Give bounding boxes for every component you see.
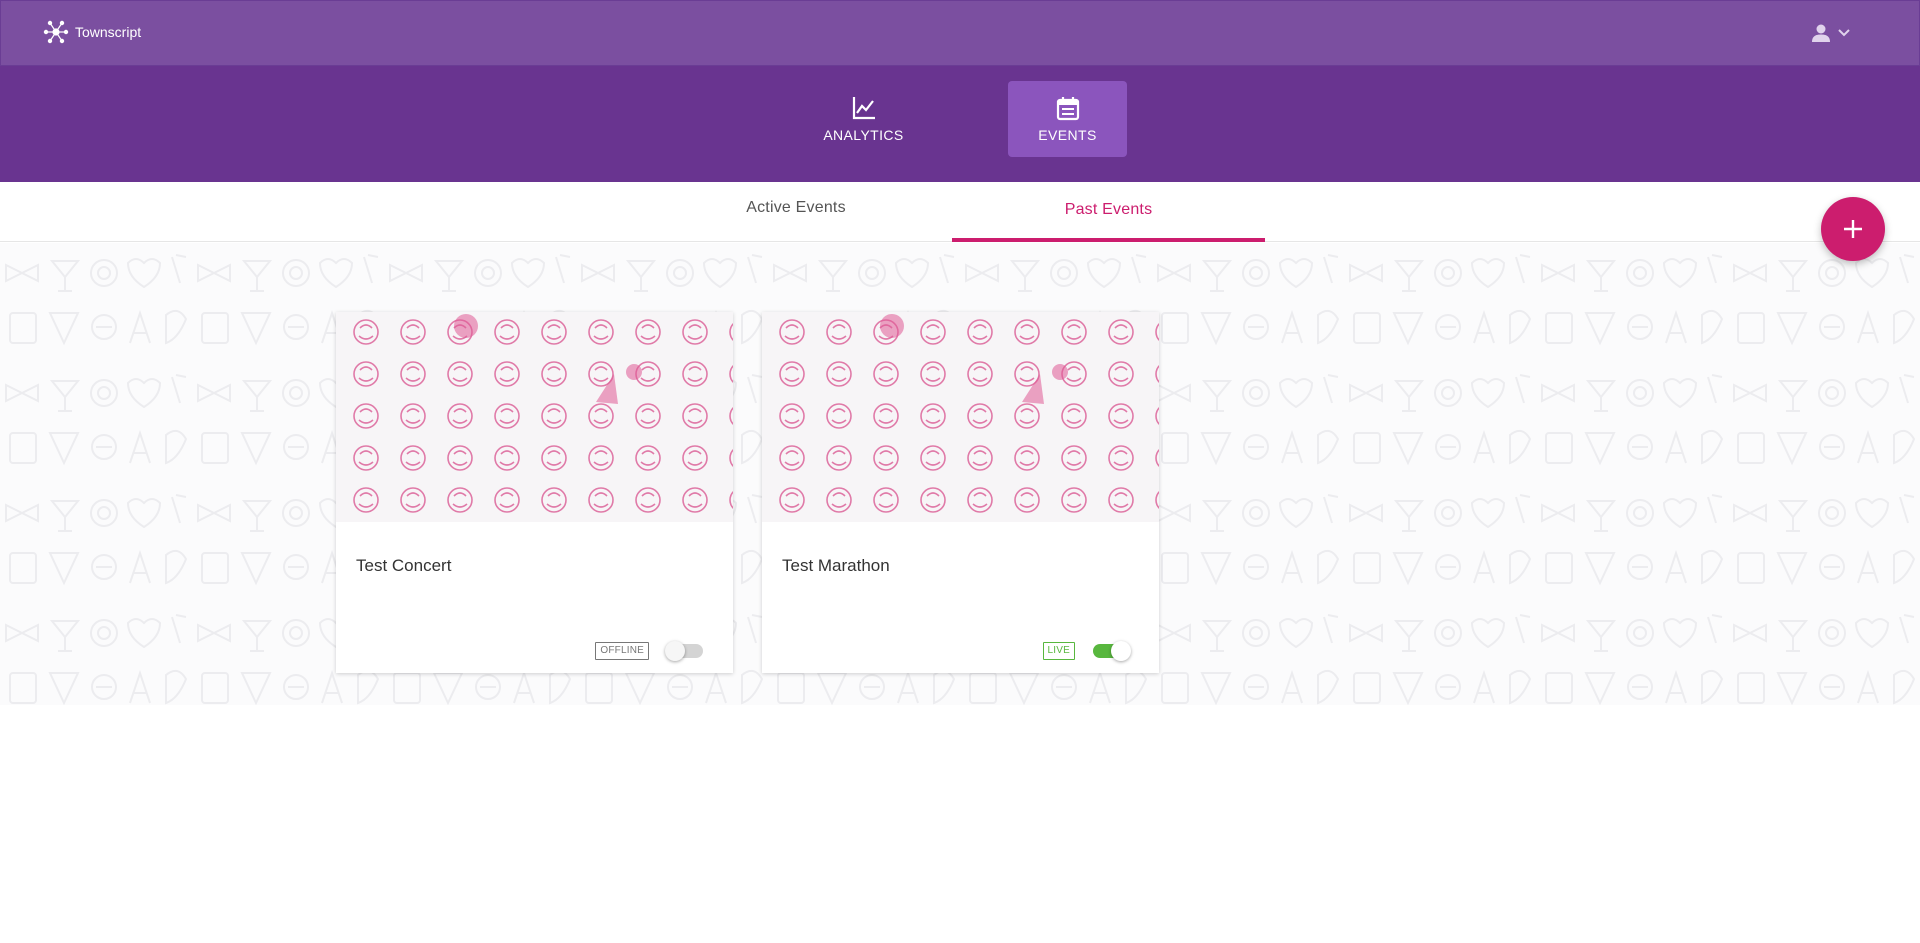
event-filter-tabs: Active Events Past Events xyxy=(0,182,1920,242)
line-chart-icon xyxy=(852,97,875,120)
status-badge: OFFLINE xyxy=(595,642,649,660)
brand-name: Townscript xyxy=(75,24,142,40)
nav-tab-events[interactable]: EVENTS xyxy=(1008,81,1127,157)
townscript-logo[interactable]: Townscript xyxy=(41,19,141,45)
user-icon xyxy=(1812,24,1830,42)
nav-tab-analytics[interactable]: ANALYTICS xyxy=(804,81,923,157)
event-card[interactable]: Test Marathon LIVE xyxy=(762,312,1159,673)
add-event-button[interactable] xyxy=(1821,197,1885,261)
publish-toggle[interactable] xyxy=(1093,641,1131,661)
event-card[interactable]: Test Concert OFFLINE xyxy=(336,312,733,673)
calendar-icon xyxy=(1056,97,1079,121)
event-cover-image xyxy=(336,312,733,522)
user-menu[interactable] xyxy=(1811,23,1851,43)
tab-active-events[interactable]: Active Events xyxy=(640,182,952,242)
toggle-knob xyxy=(665,641,685,661)
event-title: Test Marathon xyxy=(782,556,890,575)
nav-tab-label: EVENTS xyxy=(1038,127,1097,143)
chevron-down-icon xyxy=(1838,29,1850,37)
top-bar: Townscript xyxy=(0,0,1920,66)
plus-icon xyxy=(1844,220,1862,238)
party-doodle-image xyxy=(762,312,1159,522)
party-doodle-image xyxy=(336,312,733,522)
main-nav: ANALYTICS EVENTS xyxy=(0,66,1920,182)
status-badge: LIVE xyxy=(1042,642,1075,660)
tab-past-events[interactable]: Past Events xyxy=(952,182,1265,242)
publish-toggle[interactable] xyxy=(665,641,703,661)
event-title: Test Concert xyxy=(356,556,452,575)
event-cover-image xyxy=(762,312,1159,522)
network-logo-icon xyxy=(43,20,69,44)
nav-tab-label: ANALYTICS xyxy=(823,127,904,143)
toggle-knob xyxy=(1111,641,1131,661)
